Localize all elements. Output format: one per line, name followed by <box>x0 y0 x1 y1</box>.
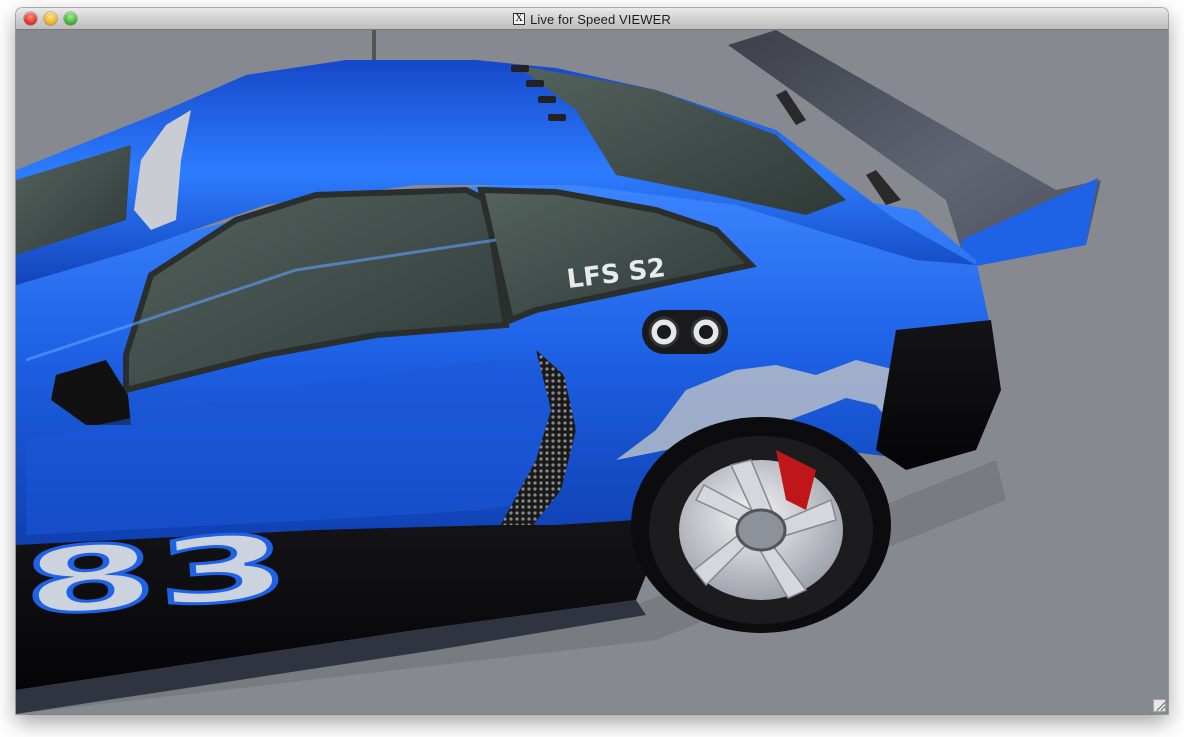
title-group: X Live for Speed VIEWER <box>16 8 1168 30</box>
window-title: Live for Speed VIEWER <box>530 11 671 27</box>
title-bar[interactable]: X Live for Speed VIEWER <box>16 8 1168 30</box>
wheel-hub <box>735 508 787 552</box>
app-window: X Live for Speed VIEWER LFS S2 83 <box>16 8 1168 714</box>
fuel-cap-center <box>657 325 671 339</box>
rear-bumper <box>876 320 1001 470</box>
roof-vent <box>538 96 556 103</box>
x11-app-icon: X <box>513 13 526 25</box>
roof-vent <box>511 65 529 72</box>
3d-viewport[interactable]: LFS S2 83 <box>16 30 1168 714</box>
roof-vent <box>526 80 544 87</box>
roof-vent <box>548 114 566 121</box>
car-render: LFS S2 83 <box>16 30 1101 714</box>
car-number: 83 <box>19 514 293 637</box>
fuel-cap-center <box>699 325 713 339</box>
resize-grip-icon[interactable] <box>1153 699 1166 712</box>
wing-strut-right <box>866 170 901 205</box>
